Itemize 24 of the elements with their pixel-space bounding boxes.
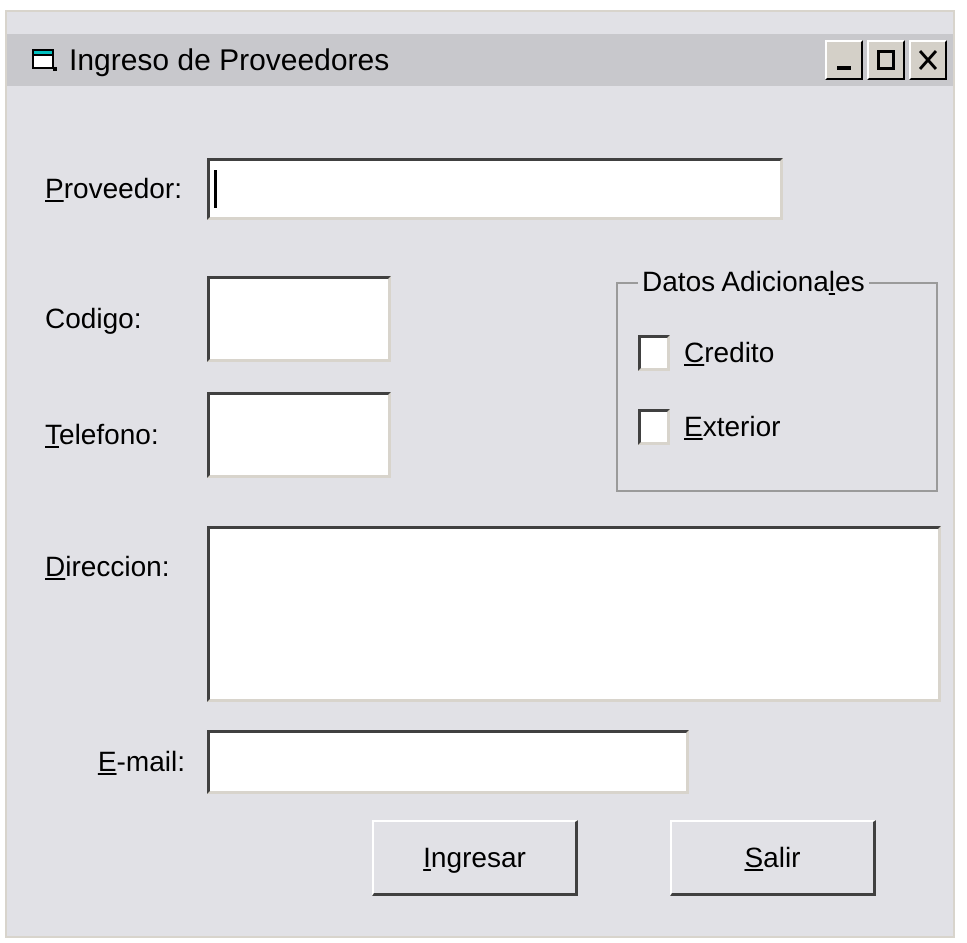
field-label: Direccion:: [45, 550, 170, 584]
dialog-button[interactable]: Salir: [670, 820, 876, 896]
field-label: Codigo:: [45, 302, 143, 336]
input-field[interactable]: [207, 392, 391, 478]
maximize-icon: [877, 50, 895, 70]
checkbox[interactable]: [638, 409, 670, 445]
text-cursor: [214, 170, 217, 208]
input-field[interactable]: [207, 158, 783, 220]
maximize-button[interactable]: [867, 40, 905, 80]
checkbox-label[interactable]: Exterior: [684, 406, 780, 448]
checkbox-label[interactable]: Credito: [684, 332, 774, 374]
minimize-button[interactable]: [825, 40, 863, 80]
minimize-icon: [837, 66, 851, 70]
field-label: E-mail:: [98, 745, 185, 779]
input-field[interactable]: [207, 276, 391, 362]
checkbox[interactable]: [638, 335, 670, 371]
field-label: Proveedor:: [45, 172, 183, 206]
field-label: Telefono:: [45, 418, 160, 452]
input-field[interactable]: [207, 730, 689, 794]
dialog-button[interactable]: Ingresar: [372, 820, 578, 896]
text-area[interactable]: [206, 526, 941, 702]
close-button[interactable]: [909, 40, 947, 80]
window-title: Ingreso de Proveedores: [69, 42, 390, 78]
close-icon: [919, 50, 937, 70]
